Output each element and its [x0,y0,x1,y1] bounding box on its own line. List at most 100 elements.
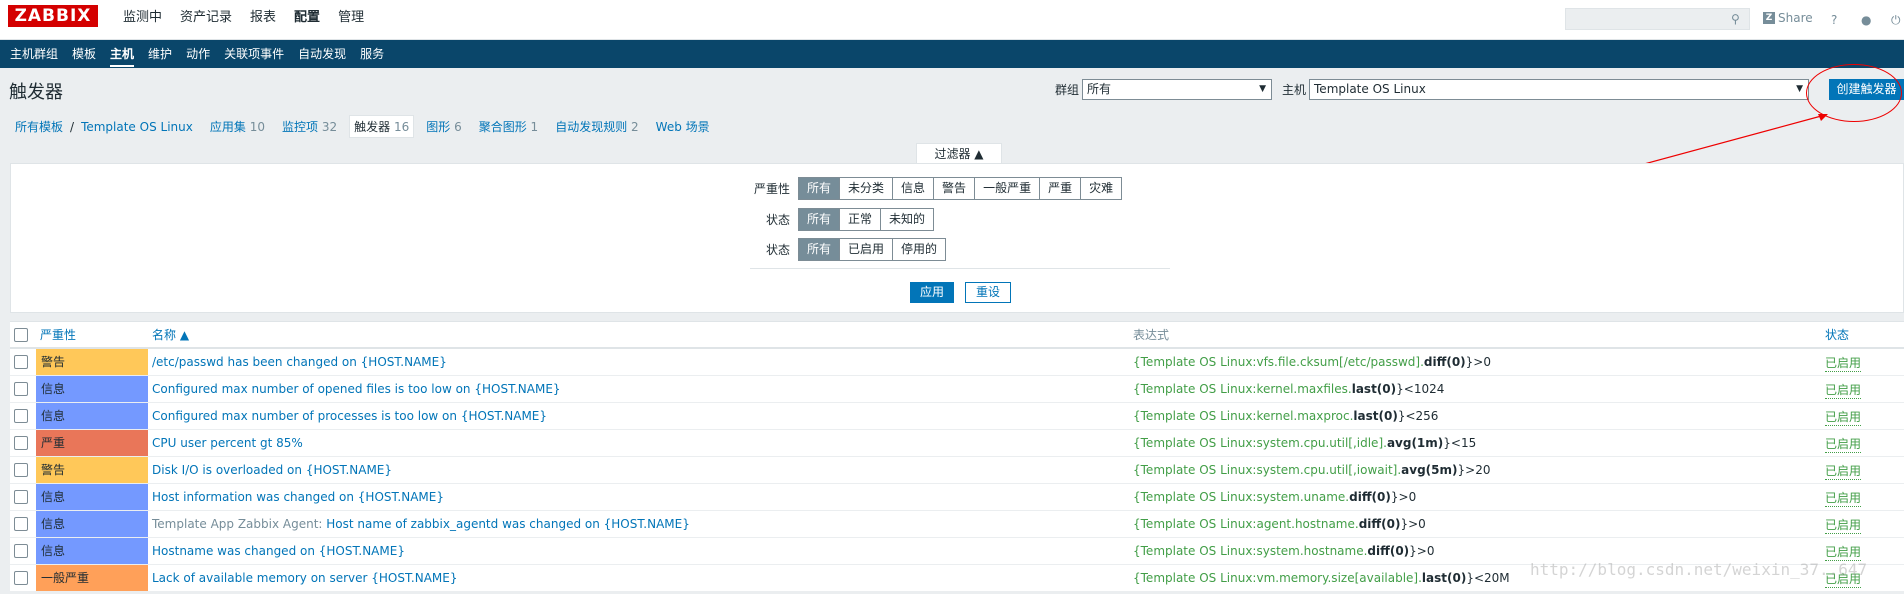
expression-item-link[interactable]: Template OS Linux:system.uname. [1141,490,1349,504]
trigger-expression: {Template OS Linux:system.cpu.util[,iowa… [1133,457,1490,483]
select-all-checkbox[interactable] [14,328,28,342]
trigger-name: Configured max number of opened files is… [152,376,561,402]
row-checkbox[interactable] [14,571,28,585]
expression-function: last(0) [1353,409,1398,423]
trigger-name-link[interactable]: Host information was changed on {HOST.NA… [152,490,444,504]
table-row: 信息 Hostname was changed on {HOST.NAME} {T… [10,538,1904,565]
trigger-name-link[interactable]: Configured max number of processes is to… [152,409,547,423]
main-nav-monitoring[interactable]: 监测中 [116,0,169,40]
tab-triggers[interactable]: 触发器 16 [349,115,415,138]
filter-divider [750,268,1170,269]
trigger-expression: {Template OS Linux:kernel.maxproc.last(0… [1133,403,1438,429]
trigger-name-link[interactable]: /etc/passwd has been changed on {HOST.NA… [152,355,447,369]
sub-nav-templates[interactable]: 模板 [65,40,103,68]
help-icon[interactable]: ? [1831,13,1837,27]
expression-item-link[interactable]: Template OS Linux:kernel.maxproc. [1141,409,1354,423]
apply-button[interactable]: 应用 [910,282,954,303]
create-trigger-button[interactable]: 创建触发器 [1829,79,1904,100]
breadcrumb-all-templates[interactable]: 所有模板 [15,118,63,135]
status-toggle-link[interactable]: 已启用 [1825,382,1862,399]
column-header-name[interactable]: 名称 ▲ [152,322,189,348]
severity-option-all[interactable]: 所有 [799,178,841,199]
trigger-name: Host information was changed on {HOST.NA… [152,484,444,510]
status-toggle-link[interactable]: 已启用 [1825,355,1862,372]
severity-option-not-classified[interactable]: 未分类 [840,178,894,199]
breadcrumb-template[interactable]: Template OS Linux [81,120,193,134]
trigger-expression: {Template OS Linux:system.uname.diff(0)}… [1133,484,1416,510]
sub-nav-maintenance[interactable]: 维护 [141,40,179,68]
row-checkbox[interactable] [14,517,28,531]
trigger-name-link[interactable]: Disk I/O is overloaded on {HOST.NAME} [152,463,392,477]
trigger-name-link[interactable]: Configured max number of opened files is… [152,382,561,396]
expression-comparison: }>0 [1390,490,1417,504]
row-checkbox[interactable] [14,544,28,558]
expression-item-link[interactable]: Template OS Linux:vfs.file.cksum[/etc/pa… [1141,355,1424,369]
search-icon[interactable]: ⚲ [1731,12,1745,26]
row-checkbox[interactable] [14,463,28,477]
sub-nav-services[interactable]: 服务 [353,40,391,68]
status-option-all[interactable]: 所有 [799,239,841,260]
expression-item-link[interactable]: Template OS Linux:agent.hostname. [1141,517,1359,531]
tab-graphs[interactable]: 图形 6 [426,118,461,135]
status-option-enabled[interactable]: 已启用 [840,239,894,260]
search-input[interactable]: ⚲ [1565,8,1750,30]
state-option-unknown[interactable]: 未知的 [881,209,934,230]
main-nav-inventory[interactable]: 资产记录 [173,0,239,40]
status-toggle-link[interactable]: 已启用 [1825,463,1862,480]
row-checkbox[interactable] [14,436,28,450]
severity-option-high[interactable]: 严重 [1040,178,1082,199]
zabbix-logo[interactable]: ZABBIX [8,5,98,27]
status-toggle-link[interactable]: 已启用 [1825,571,1862,588]
expression-item-link[interactable]: Template OS Linux:system.hostname. [1141,544,1368,558]
severity-option-disaster[interactable]: 灾难 [1081,178,1122,199]
column-header-severity[interactable]: 严重性 [40,322,76,348]
tab-discovery-rules[interactable]: 自动发现规则 2 [555,118,638,135]
status-toggle-link[interactable]: 已启用 [1825,544,1862,561]
row-checkbox[interactable] [14,409,28,423]
sub-nav-actions[interactable]: 动作 [179,40,217,68]
reset-button[interactable]: 重设 [965,282,1011,303]
group-select[interactable]: 所有 ▼ [1082,79,1273,100]
tab-items[interactable]: 监控项 32 [282,118,337,135]
expression-item-link[interactable]: Template OS Linux:kernel.maxfiles. [1141,382,1352,396]
main-nav-reports[interactable]: 报表 [243,0,283,40]
main-nav-administration[interactable]: 管理 [331,0,371,40]
sub-nav-host-groups[interactable]: 主机群组 [3,40,65,68]
sign-out-icon[interactable]: ⏻ [1891,13,1901,28]
expression-item-link[interactable]: Template OS Linux:system.cpu.util[,iowai… [1141,463,1402,477]
column-header-status[interactable]: 状态 [1825,322,1849,348]
sub-nav-correlation[interactable]: 关联项事件 [217,40,291,68]
severity-option-average[interactable]: 一般严重 [975,178,1041,199]
state-option-normal[interactable]: 正常 [840,209,882,230]
row-checkbox[interactable] [14,382,28,396]
state-option-all[interactable]: 所有 [799,209,841,230]
row-checkbox[interactable] [14,355,28,369]
row-checkbox[interactable] [14,490,28,504]
trigger-name-link[interactable]: Host name of zabbix_agentd was changed o… [326,517,690,531]
trigger-name-link[interactable]: CPU user percent gt 85% [152,436,303,450]
status-toggle-link[interactable]: 已启用 [1825,409,1862,426]
host-select[interactable]: Template OS Linux ▼ [1309,79,1810,100]
severity-option-warning[interactable]: 警告 [934,178,976,199]
expression-function: last(0) [1421,571,1467,585]
severity-option-information[interactable]: 信息 [893,178,935,199]
expression-item-link[interactable]: Template OS Linux:vm.memory.size[availab… [1141,571,1422,585]
sub-nav-discovery[interactable]: 自动发现 [291,40,353,68]
trigger-name-link[interactable]: Lack of available memory on server {HOST… [152,571,457,585]
tab-applications[interactable]: 应用集 10 [210,118,265,135]
status-toggle-link[interactable]: 已启用 [1825,517,1862,534]
trigger-template-prefix-link[interactable]: Template App Zabbix Agent: [152,517,322,531]
status-toggle-link[interactable]: 已启用 [1825,436,1862,453]
user-profile-icon[interactable]: ● [1861,13,1871,27]
share-link[interactable]: Z Share [1763,11,1813,25]
tab-web-scenarios[interactable]: Web 场景 [656,118,710,135]
trigger-name-link[interactable]: Hostname was changed on {HOST.NAME} [152,544,405,558]
tab-screens[interactable]: 聚合图形 1 [479,118,538,135]
status-option-disabled[interactable]: 停用的 [893,239,946,260]
status-toggle-link[interactable]: 已启用 [1825,490,1862,507]
filter-toggle-tab[interactable]: 过滤器 ▲ [916,143,1002,164]
sub-nav-hosts[interactable]: 主机 [103,40,141,68]
expression-item-link[interactable]: Template OS Linux:system.cpu.util[,idle]… [1141,436,1387,450]
main-nav-configuration[interactable]: 配置 [287,0,327,40]
table-row: 严重 CPU user percent gt 85% {Template OS L… [10,430,1904,457]
